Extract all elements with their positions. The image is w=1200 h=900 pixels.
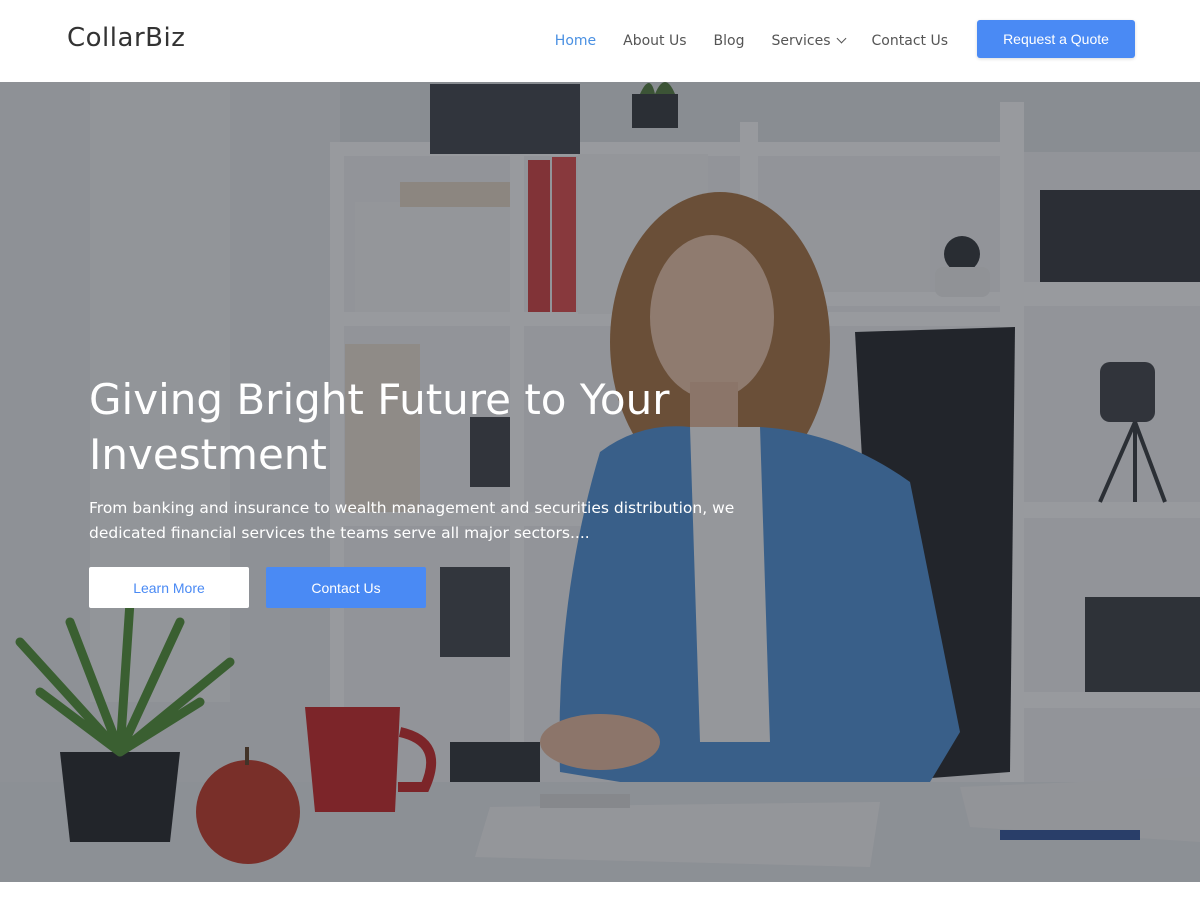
hero-dark-overlay — [0, 82, 1200, 882]
nav-blog-label: Blog — [713, 33, 745, 49]
hero-description: From banking and insurance to wealth man… — [89, 499, 735, 542]
nav-services[interactable]: Services — [771, 33, 846, 49]
nav-contact-us[interactable]: Contact Us — [872, 33, 948, 49]
nav-about-us-label: About Us — [623, 33, 687, 49]
request-quote-button[interactable]: Request a Quote — [977, 20, 1135, 58]
chevron-down-icon — [836, 33, 846, 43]
page-bottom-strip — [0, 882, 1200, 900]
learn-more-button[interactable]: Learn More — [89, 567, 249, 608]
hero-section: Giving Bright Future to Your Investment … — [0, 82, 1200, 882]
nav-blog[interactable]: Blog — [714, 33, 745, 49]
main-nav: Home About Us Blog Services Contact Us — [528, 0, 948, 82]
nav-home-label: Home — [554, 33, 597, 49]
nav-about-us[interactable]: About Us — [623, 33, 686, 49]
contact-us-button[interactable]: Contact Us — [266, 567, 426, 608]
nav-services-label: Services — [771, 33, 831, 49]
nav-home[interactable]: Home — [555, 33, 596, 49]
site-header: CollarBiz Home About Us Blog Services Co… — [0, 0, 1200, 82]
hero-title: Giving Bright Future to Your Investment — [89, 375, 670, 479]
nav-contact-us-label: Contact Us — [871, 33, 948, 49]
site-logo[interactable]: CollarBiz — [67, 23, 185, 53]
